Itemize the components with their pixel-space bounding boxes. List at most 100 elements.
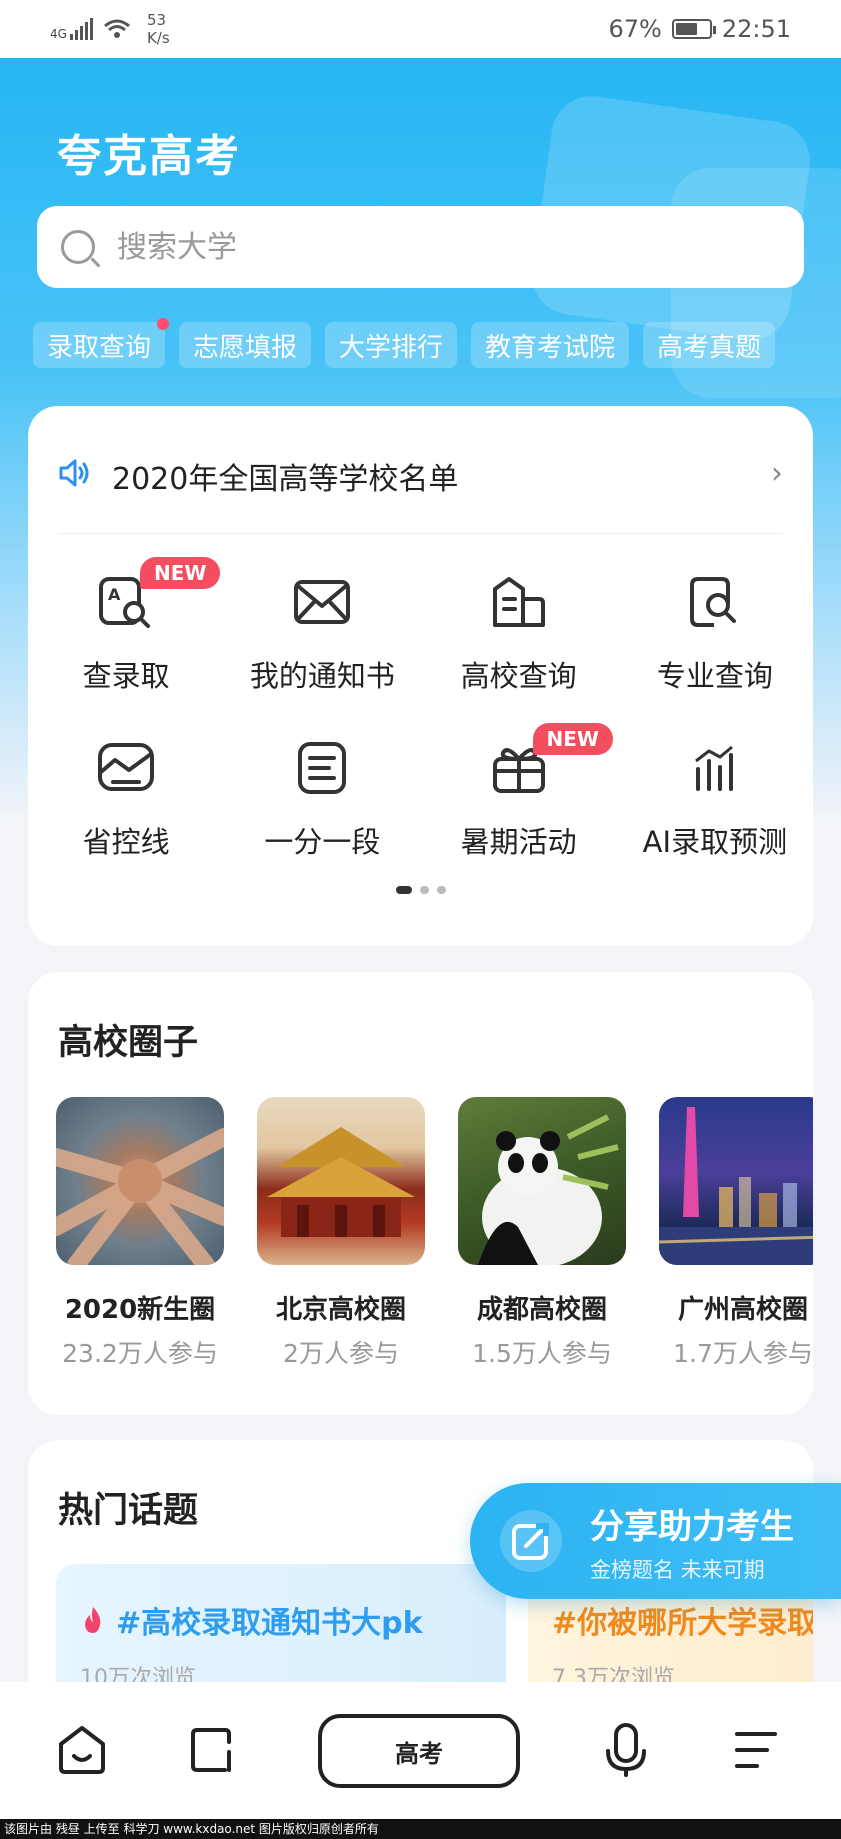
circle-count: 23.2万人参与 — [62, 1339, 218, 1368]
tool-label: 我的通知书 — [249, 659, 395, 693]
page-dot-active — [395, 886, 412, 894]
nav-home[interactable] — [56, 1722, 108, 1778]
battery-percent: 67% — [608, 15, 662, 43]
tool-label: 高校查询 — [460, 659, 577, 693]
quick-tag-label: 大学排行 — [339, 332, 444, 363]
circle-thumbnail — [458, 1097, 626, 1265]
circle-count: 1.5万人参与 — [472, 1339, 612, 1368]
list-doc-icon — [291, 737, 353, 799]
home-icon — [59, 1726, 105, 1774]
quick-tag-label: 教育考试院 — [485, 332, 616, 363]
bottom-nav: 高考 — [0, 1682, 841, 1819]
circle-item[interactable]: 广州高校圈 1.7万人参与 — [659, 1097, 813, 1397]
watermark-text: 该图片由 残昼 上传至 科学刀 www.kxdao.net 图片版权归原创者所有 — [0, 1819, 841, 1839]
tools-card: 2020年全国高等学校名单 › A NEW 查录取 我的通知书 高校查询 专业查… — [28, 406, 813, 946]
quick-tag-exam-institute[interactable]: 教育考试院 — [471, 322, 630, 368]
circle-count: 1.7万人参与 — [673, 1339, 813, 1368]
quick-tag-admission-query[interactable]: 录取查询 — [33, 318, 170, 368]
share-edit-icon — [500, 1510, 562, 1572]
topic-title: #高校录取通知书大pk — [116, 1606, 423, 1641]
topic-title: #你被哪所大学录取了 — [552, 1606, 813, 1641]
quick-tags: 录取查询 志愿填报 大学排行 教育考试院 高考真题 — [33, 318, 776, 368]
circles-list: 2020新生圈 23.2万人参与 北京高校圈 2万人参与 成都高校圈 1.5万人… — [56, 1097, 813, 1397]
share-float-button[interactable]: 分享助力考生 金榜题名 未来可期 — [470, 1483, 841, 1599]
tool-label: 一分一段 — [264, 825, 381, 859]
notice-text: 2020年全国高等学校名单 — [112, 462, 459, 497]
circles-card: 高校圈子 2020新生圈 23.2万人参与 北京高校圈 2万人参与 成都高校圈 … — [28, 972, 813, 1415]
section-title: 高校圈子 — [58, 1023, 199, 1063]
bar-chart-icon — [684, 737, 746, 799]
circle-thumbnail — [56, 1097, 224, 1265]
app-title: 夸克高考 — [57, 131, 241, 182]
page-dot — [419, 886, 429, 894]
wifi-icon — [103, 19, 130, 38]
nav-center-label: 高考 — [395, 1739, 443, 1768]
share-title: 分享助力考生 — [590, 1506, 794, 1547]
envelope-icon — [291, 571, 353, 633]
circle-name: 2020新生圈 — [64, 1295, 216, 1325]
new-badge: NEW — [140, 557, 221, 589]
tool-label: 查录取 — [82, 659, 170, 693]
tools-grid: A NEW 查录取 我的通知书 高校查询 专业查询 省控线 一分一段 NEW 暑… — [28, 557, 813, 861]
clock: 22:51 — [721, 15, 791, 43]
search-icon — [61, 230, 95, 264]
topic-views: 10万次浏览 — [80, 1666, 196, 1684]
circle-thumbnail — [257, 1097, 425, 1265]
nav-gaokao-button[interactable]: 高考 — [318, 1714, 520, 1788]
tool-provincial-line[interactable]: 省控线 — [28, 737, 224, 861]
notice-bar[interactable]: 2020年全国高等学校名单 › — [58, 454, 783, 534]
section-title: 热门话题 — [58, 1491, 199, 1531]
tool-check-admission[interactable]: A NEW 查录取 — [28, 557, 224, 695]
battery-icon — [671, 19, 716, 39]
network-speed: 53 K/s — [146, 11, 170, 47]
building-icon — [488, 571, 550, 633]
tool-major-query[interactable]: 专业查询 — [617, 571, 813, 695]
microphone-icon — [606, 1723, 646, 1777]
tool-label: 暑期活动 — [460, 825, 577, 859]
tool-label: 省控线 — [82, 825, 170, 859]
tool-ai-prediction[interactable]: AI录取预测 — [617, 737, 813, 861]
tabs-icon — [191, 1728, 231, 1772]
page-indicator — [28, 886, 813, 894]
quick-tag-past-papers[interactable]: 高考真题 — [643, 322, 776, 368]
share-subtitle: 金榜题名 未来可期 — [590, 1557, 765, 1582]
tool-summer-activity[interactable]: NEW 暑期活动 — [421, 723, 617, 861]
new-badge: NEW — [532, 723, 613, 755]
nav-voice[interactable] — [600, 1720, 652, 1780]
search-input[interactable] — [117, 229, 717, 265]
quick-tag-label: 志愿填报 — [193, 332, 298, 363]
chevron-right-icon: › — [771, 456, 783, 491]
tool-label: 专业查询 — [656, 659, 773, 693]
circle-name: 成都高校圈 — [476, 1295, 607, 1325]
score-line-icon — [95, 737, 157, 799]
tool-my-notice[interactable]: 我的通知书 — [224, 571, 420, 695]
speaker-icon — [59, 459, 89, 487]
notification-dot — [157, 318, 170, 330]
circle-count: 2万人参与 — [283, 1339, 399, 1368]
tool-score-segment[interactable]: 一分一段 — [224, 737, 420, 861]
quick-tag-ranking[interactable]: 大学排行 — [325, 322, 458, 368]
circle-thumbnail — [659, 1097, 813, 1265]
quick-tag-label: 录取查询 — [47, 332, 152, 363]
status-bar: 4G 53 K/s 67% 22:51 — [0, 0, 841, 58]
menu-icon — [735, 1732, 777, 1768]
circle-item[interactable]: 北京高校圈 2万人参与 — [257, 1097, 425, 1397]
tool-college-query[interactable]: 高校查询 — [421, 571, 617, 695]
flame-icon — [85, 1607, 101, 1633]
search-bar[interactable] — [37, 206, 804, 288]
nav-menu[interactable] — [730, 1726, 782, 1774]
circle-item[interactable]: 2020新生圈 23.2万人参与 — [56, 1097, 224, 1397]
page-dot — [436, 886, 446, 894]
nav-tabs[interactable] — [186, 1722, 238, 1778]
quick-tag-application[interactable]: 志愿填报 — [179, 322, 312, 368]
circle-item[interactable]: 成都高校圈 1.5万人参与 — [458, 1097, 626, 1397]
topic-views: 7.3万次浏览 — [552, 1666, 675, 1684]
cellular-signal-icon: 4G — [50, 18, 93, 40]
doc-search-icon — [684, 571, 746, 633]
circle-name: 北京高校圈 — [275, 1295, 406, 1325]
quick-tag-label: 高考真题 — [657, 332, 762, 363]
circle-name: 广州高校圈 — [677, 1295, 808, 1325]
tool-label: AI录取预测 — [642, 825, 788, 859]
topic-card[interactable]: #高校录取通知书大pk 10万次浏览 — [56, 1564, 506, 1684]
svg-text:A: A — [108, 585, 121, 604]
